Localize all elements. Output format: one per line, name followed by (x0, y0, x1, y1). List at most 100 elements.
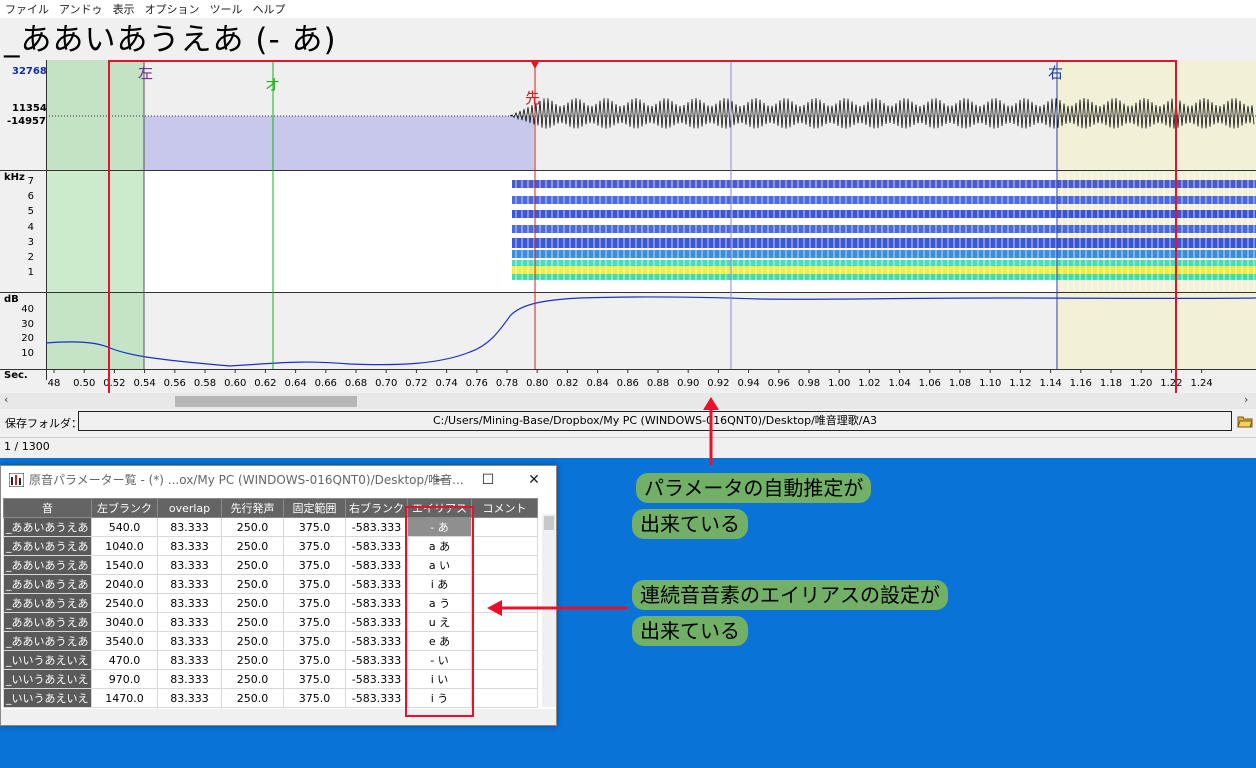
column-header[interactable]: 先行発声 (221, 498, 284, 518)
close-button[interactable]: ✕ (511, 466, 557, 494)
table-cell[interactable]: 250.0 (221, 631, 284, 651)
table-cell[interactable] (471, 536, 538, 556)
column-header[interactable]: コメント (471, 498, 538, 518)
scroll-right-icon[interactable]: › (1244, 393, 1248, 406)
table-cell[interactable]: -583.333 (345, 517, 408, 537)
table-cell[interactable]: -583.333 (345, 650, 408, 670)
table-cell[interactable] (471, 631, 538, 651)
table-cell[interactable] (471, 517, 538, 537)
column-header[interactable]: 右ブランク (345, 498, 408, 518)
column-header[interactable]: 音 (3, 498, 92, 518)
table-cell[interactable] (471, 593, 538, 613)
table-cell[interactable]: 83.333 (157, 612, 222, 632)
preutterance-marker[interactable]: 先 (525, 89, 540, 107)
horizontal-scrollbar[interactable]: ‹ › (0, 393, 1256, 409)
table-cell[interactable]: -583.333 (345, 536, 408, 556)
table-cell[interactable]: 250.0 (221, 593, 284, 613)
table-cell[interactable] (471, 612, 538, 632)
table-cell[interactable]: 375.0 (283, 612, 346, 632)
table-cell[interactable]: 375.0 (283, 517, 346, 537)
column-header[interactable]: 固定範囲 (283, 498, 346, 518)
overlap-marker[interactable]: オ (265, 76, 280, 94)
table-cell[interactable]: -583.333 (345, 593, 408, 613)
table-cell[interactable]: 83.333 (157, 574, 222, 594)
table-cell[interactable]: -583.333 (345, 612, 408, 632)
table-cell[interactable]: _ああいあうえあ (3, 631, 92, 651)
table-cell[interactable]: _ああいあうえあ (3, 593, 92, 613)
table-cell[interactable]: 83.333 (157, 517, 222, 537)
scroll-left-icon[interactable]: ‹ (4, 393, 8, 406)
column-header[interactable]: overlap (157, 498, 222, 518)
table-cell[interactable]: 375.0 (283, 631, 346, 651)
table-cell[interactable]: 83.333 (157, 669, 222, 689)
parameter-window-titlebar[interactable]: 原音パラメーター覧 - (*) ...ox/My PC (WINDOWS-016… (1, 466, 556, 494)
table-cell[interactable]: 375.0 (283, 688, 346, 708)
menu-view[interactable]: 表示 (108, 1, 140, 17)
table-cell[interactable]: _いいうあえいえ (3, 650, 92, 670)
table-cell[interactable]: _ああいあうえあ (3, 555, 92, 575)
table-cell[interactable]: _ああいあうえあ (3, 574, 92, 594)
table-cell[interactable]: 250.0 (221, 517, 284, 537)
waveform-display[interactable]: 左 オ 先 右 48 0.50 0.52 0.54 0.56 0.58 0.60 0.62 0.… (0, 60, 1256, 394)
scroll-thumb[interactable] (175, 396, 357, 407)
table-cell[interactable]: 470.0 (91, 650, 158, 670)
table-cell[interactable]: 375.0 (283, 536, 346, 556)
table-cell[interactable]: 3540.0 (91, 631, 158, 651)
table-cell[interactable]: -583.333 (345, 669, 408, 689)
table-cell[interactable]: 250.0 (221, 650, 284, 670)
table-cell[interactable]: 83.333 (157, 631, 222, 651)
right-blank-marker[interactable]: 右 (1048, 64, 1063, 82)
table-cell[interactable]: 375.0 (283, 593, 346, 613)
table-cell[interactable]: 1470.0 (91, 688, 158, 708)
table-cell[interactable]: 250.0 (221, 574, 284, 594)
column-header[interactable]: 左ブランク (91, 498, 158, 518)
table-vertical-scrollbar[interactable] (542, 514, 556, 707)
table-cell[interactable]: _いいうあえいえ (3, 669, 92, 689)
menu-file[interactable]: ファイル (0, 1, 54, 17)
maximize-button[interactable]: ☐ (465, 466, 511, 494)
minimize-button[interactable]: — (419, 466, 465, 494)
table-cell[interactable]: 250.0 (221, 669, 284, 689)
table-cell[interactable]: _ああいあうえあ (3, 536, 92, 556)
menu-help[interactable]: ヘルプ (248, 1, 291, 17)
table-cell[interactable] (471, 650, 538, 670)
table-cell[interactable]: _ああいあうえあ (3, 612, 92, 632)
table-cell[interactable] (471, 555, 538, 575)
table-cell[interactable]: -583.333 (345, 688, 408, 708)
table-cell[interactable]: 1540.0 (91, 555, 158, 575)
table-cell[interactable]: 250.0 (221, 612, 284, 632)
table-cell[interactable]: 250.0 (221, 536, 284, 556)
table-cell[interactable]: 83.333 (157, 536, 222, 556)
table-cell[interactable]: 375.0 (283, 669, 346, 689)
table-cell[interactable]: 375.0 (283, 650, 346, 670)
table-cell[interactable]: 3040.0 (91, 612, 158, 632)
table-cell[interactable]: 250.0 (221, 688, 284, 708)
menu-tools[interactable]: ツール (205, 1, 248, 17)
table-cell[interactable]: 83.333 (157, 650, 222, 670)
table-cell[interactable]: _ああいあうえあ (3, 517, 92, 537)
table-cell[interactable]: 1040.0 (91, 536, 158, 556)
left-blank-marker[interactable]: 左 (138, 64, 153, 82)
table-cell[interactable]: -583.333 (345, 631, 408, 651)
table-cell[interactable]: 2040.0 (91, 574, 158, 594)
table-cell[interactable] (471, 669, 538, 689)
table-cell[interactable]: -583.333 (345, 555, 408, 575)
save-folder-path[interactable]: C:/Users/Mining-Base/Dropbox/My PC (WIND… (78, 411, 1232, 431)
table-cell[interactable]: 375.0 (283, 574, 346, 594)
table-cell[interactable]: _いいうあえいえ (3, 688, 92, 708)
table-cell[interactable] (471, 688, 538, 708)
table-cell[interactable]: 250.0 (221, 555, 284, 575)
table-cell[interactable]: -583.333 (345, 574, 408, 594)
table-cell[interactable] (471, 574, 538, 594)
table-cell[interactable]: 2540.0 (91, 593, 158, 613)
table-cell[interactable]: 83.333 (157, 688, 222, 708)
open-folder-icon[interactable] (1237, 413, 1253, 429)
time-tick-label: 0.92 (707, 378, 729, 389)
table-cell[interactable]: 540.0 (91, 517, 158, 537)
table-cell[interactable]: 375.0 (283, 555, 346, 575)
table-cell[interactable]: 83.333 (157, 593, 222, 613)
menu-options[interactable]: オプション (140, 1, 205, 17)
table-cell[interactable]: 970.0 (91, 669, 158, 689)
menu-undo[interactable]: アンドゥ (54, 1, 108, 17)
table-cell[interactable]: 83.333 (157, 555, 222, 575)
